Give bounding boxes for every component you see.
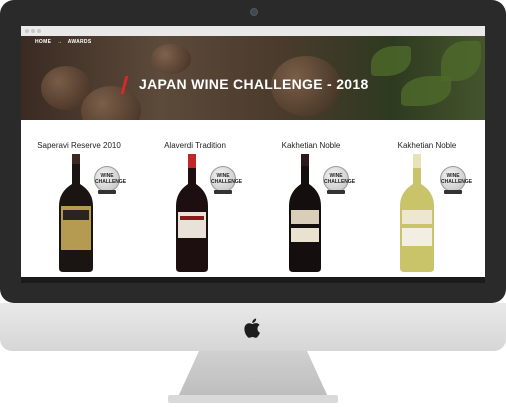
imac-stand — [178, 351, 328, 397]
award-medal-icon: WINE CHALLENGE — [323, 166, 355, 194]
decorative-jar — [151, 44, 191, 74]
product-name[interactable]: Saperavi Reserve 2010 — [21, 141, 137, 150]
window-dot-icon[interactable] — [31, 29, 35, 33]
product-grid: Saperavi Reserve 2010 WINE CHALLENGE Alav… — [21, 120, 485, 277]
apple-logo-icon — [240, 315, 266, 341]
camera-icon — [250, 8, 258, 16]
page-title: JAPAN WINE CHALLENGE - 2018 — [139, 76, 369, 92]
wine-bottle-image[interactable] — [289, 154, 321, 272]
breadcrumb: HOME → AWARDS — [35, 39, 95, 45]
decorative-leaf — [441, 41, 481, 81]
breadcrumb-current: AWARDS — [67, 39, 92, 45]
product-card[interactable]: Kakhetian Noble WINE CHALLENGE — [369, 120, 485, 277]
product-name[interactable]: Kakhetian Noble — [369, 141, 485, 150]
wine-bottle-image[interactable] — [59, 154, 93, 272]
product-card[interactable]: Alaverdi Tradition WINE CHALLENGE — [137, 120, 253, 277]
product-card[interactable]: Kakhetian Noble WINE CHALLENGE — [253, 120, 369, 277]
window-dot-icon[interactable] — [25, 29, 29, 33]
wine-bottle-image[interactable] — [400, 154, 434, 272]
product-name[interactable]: Kakhetian Noble — [253, 141, 369, 150]
decorative-leaf — [371, 46, 411, 76]
product-card[interactable]: Saperavi Reserve 2010 WINE CHALLENGE — [21, 120, 137, 277]
award-medal-icon: WINE CHALLENGE — [210, 166, 242, 194]
browser-screen: HOME → AWARDS JAPAN WINE CHALLENGE - 201… — [21, 26, 485, 277]
screen-bezel-bottom — [21, 277, 485, 283]
breadcrumb-home-link[interactable]: HOME — [35, 39, 51, 45]
wine-bottle-image[interactable] — [176, 154, 208, 272]
award-medal-icon: WINE CHALLENGE — [440, 166, 472, 194]
imac-stand-base — [168, 395, 338, 403]
window-dot-icon[interactable] — [37, 29, 41, 33]
product-name[interactable]: Alaverdi Tradition — [137, 141, 253, 150]
award-medal-icon: WINE CHALLENGE — [94, 166, 126, 194]
breadcrumb-separator: → — [56, 39, 63, 45]
hero-banner: HOME → AWARDS JAPAN WINE CHALLENGE - 201… — [21, 36, 485, 120]
